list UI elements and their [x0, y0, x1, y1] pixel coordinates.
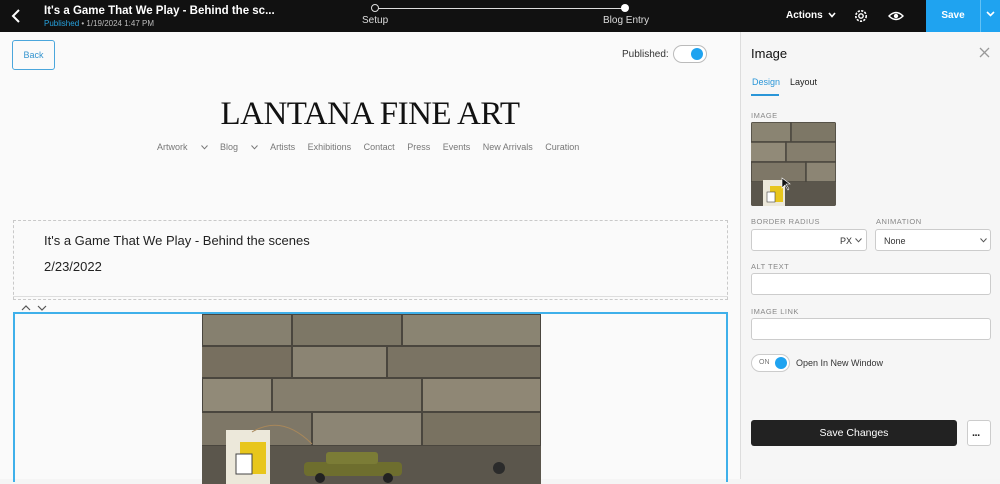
image-block-selected[interactable]	[13, 312, 728, 484]
chevron-down-icon	[200, 145, 208, 150]
more-icon: ...	[972, 427, 980, 439]
top-bar: It's a Game That We Play - Behind the sc…	[0, 0, 1000, 32]
divider	[13, 296, 728, 297]
back-chevron-icon[interactable]	[8, 7, 26, 25]
post-title[interactable]: It's a Game That We Play - Behind the sc…	[44, 233, 310, 248]
page-status-line: Published • 1/19/2024 1:47 PM	[44, 19, 155, 28]
step-setup-dot[interactable]	[371, 4, 379, 12]
chevron-down-icon	[855, 238, 862, 243]
chevron-down-icon	[986, 11, 995, 17]
toggle-on-text: ON	[759, 359, 770, 366]
more-options-button[interactable]: ...	[967, 420, 991, 446]
border-radius-unit-select[interactable]: PX	[751, 229, 867, 251]
text-block[interactable]: It's a Game That We Play - Behind the sc…	[13, 220, 728, 300]
image-label: IMAGE	[751, 111, 778, 120]
eye-icon[interactable]	[888, 9, 904, 23]
editor-canvas: Back Published: LANTANA FINE ART Artwork…	[0, 32, 740, 484]
step-blog-entry-dot[interactable]	[621, 4, 629, 12]
status-badge: Published	[44, 19, 80, 28]
close-icon[interactable]	[979, 47, 990, 58]
save-dropdown-button[interactable]	[980, 0, 1000, 32]
nav-item-contact[interactable]: Contact	[364, 142, 395, 152]
actions-label: Actions	[786, 10, 823, 21]
alt-text-input[interactable]	[751, 273, 991, 295]
image-thumbnail[interactable]	[751, 122, 836, 206]
image-link-label: IMAGE LINK	[751, 307, 799, 316]
animation-select[interactable]: None	[875, 229, 991, 251]
actions-menu-button[interactable]: Actions	[786, 10, 837, 21]
active-tab-underline	[751, 94, 779, 96]
image-settings-panel: Image Design Layout IMAGE BORDER RADIUS …	[740, 32, 1000, 479]
nav-item-new-arrivals[interactable]: New Arrivals	[483, 142, 533, 152]
image-link-input[interactable]	[751, 318, 991, 340]
save-changes-button[interactable]: Save Changes	[751, 420, 957, 446]
chevron-down-icon	[251, 145, 258, 150]
tab-layout[interactable]: Layout	[790, 77, 817, 87]
open-new-window-toggle[interactable]: ON	[751, 354, 790, 372]
back-button[interactable]: Back	[12, 40, 55, 70]
save-button[interactable]: Save	[926, 0, 980, 32]
border-radius-label: BORDER RADIUS	[751, 217, 821, 226]
nav-item-press[interactable]: Press	[407, 142, 430, 152]
nav-item-blog[interactable]: Blog	[220, 142, 258, 152]
toggle-knob	[691, 48, 703, 60]
chevron-up-icon[interactable]	[21, 305, 31, 311]
gear-icon[interactable]	[853, 8, 869, 24]
animation-value: None	[884, 236, 906, 246]
post-date[interactable]: 2/23/2022	[44, 259, 102, 274]
nav-item-curation[interactable]: Curation	[545, 142, 579, 152]
site-nav: Artwork Blog Artists Exhibitions Contact…	[157, 142, 589, 154]
chevron-down-icon	[980, 238, 987, 243]
nav-item-artists[interactable]: Artists	[270, 142, 295, 152]
step-blog-entry-label[interactable]: Blog Entry	[603, 15, 649, 26]
page-timestamp: 1/19/2024 1:47 PM	[86, 19, 155, 28]
step-line	[375, 8, 625, 9]
site-brand: LANTANA FINE ART	[220, 96, 520, 132]
alt-text-label: ALT TEXT	[751, 262, 790, 271]
blog-image[interactable]	[202, 314, 541, 484]
panel-title: Image	[751, 46, 788, 61]
page-title: It's a Game That We Play - Behind the sc…	[44, 5, 275, 17]
animation-label: ANIMATION	[876, 217, 922, 226]
published-toggle[interactable]	[673, 45, 707, 63]
chevron-down-icon	[828, 12, 837, 18]
toggle-knob	[775, 357, 787, 369]
published-label: Published:	[622, 49, 669, 60]
step-setup-label[interactable]: Setup	[362, 15, 388, 26]
nav-item-events[interactable]: Events	[443, 142, 471, 152]
open-new-window-label: Open In New Window	[796, 358, 884, 368]
tab-design[interactable]: Design	[752, 77, 780, 87]
nav-item-exhibitions[interactable]: Exhibitions	[308, 142, 352, 152]
nav-item-artwork[interactable]: Artwork	[157, 142, 208, 152]
border-radius-unit: PX	[840, 236, 853, 246]
chevron-down-icon[interactable]	[37, 305, 47, 311]
progress-steps: Setup Blog Entry	[360, 0, 660, 32]
